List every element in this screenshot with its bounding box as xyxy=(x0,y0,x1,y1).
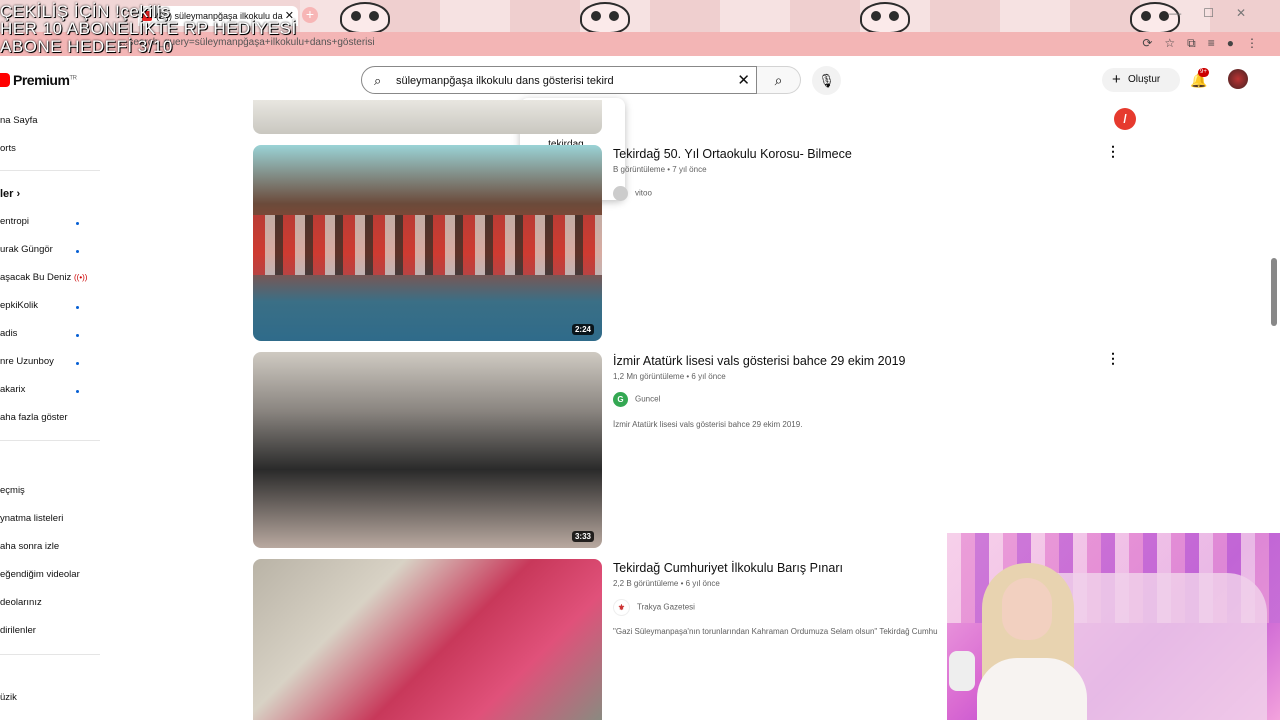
sidebar-item-subscription[interactable]: epkiKolik xyxy=(0,300,38,311)
sidebar-subscriptions-header[interactable]: ler › xyxy=(0,188,20,200)
new-content-dot xyxy=(76,222,79,225)
sidebar-item-watch-later[interactable]: aha sonra izle xyxy=(0,541,59,552)
live-icon: ((•)) xyxy=(74,273,88,282)
notifications-button[interactable]: 🔔 9+ xyxy=(1190,68,1209,89)
channel-avatar[interactable]: ⚜ xyxy=(613,599,630,616)
video-channel[interactable]: ⚜ Trakya Gazetesi xyxy=(613,599,695,616)
plus-icon: + xyxy=(1112,71,1121,88)
search-icon: ⌕ xyxy=(774,72,783,88)
video-meta: B görüntüleme • 7 yıl önce xyxy=(613,165,707,174)
cat-theme-icon xyxy=(860,2,910,32)
sidebar-item-subscription[interactable]: aşacak Bu Deniz xyxy=(0,272,71,283)
cat-theme-icon xyxy=(340,2,390,32)
cat-theme-icon xyxy=(580,2,630,32)
chevron-right-icon: › xyxy=(16,188,21,200)
video-meta: 1,2 Mn görüntüleme • 6 yıl önce xyxy=(613,372,726,381)
video-duration: 2:24 xyxy=(571,324,594,335)
video-thumbnail[interactable]: 3:33 xyxy=(253,352,602,548)
window-controls[interactable]: —☐✕ xyxy=(1169,6,1268,20)
channel-name[interactable]: vitoo xyxy=(635,189,652,198)
search-box[interactable]: ⌕ ✕ xyxy=(361,66,757,94)
sidebar-divider xyxy=(0,440,100,441)
notification-badge: 9+ xyxy=(1198,68,1209,77)
thumbnail-choir-figures xyxy=(253,215,602,275)
sidebar-item-subscription[interactable]: adis xyxy=(0,328,17,339)
create-button[interactable]: + Oluştur xyxy=(1102,68,1180,92)
youtube-logo-icon xyxy=(0,73,10,87)
account-avatar[interactable] xyxy=(1228,69,1248,89)
sidebar-item-playlists[interactable]: ynatma listeleri xyxy=(0,513,63,524)
sidebar-item-shorts[interactable]: orts xyxy=(0,143,16,154)
video-title[interactable]: İzmir Atatürk lisesi vals gösterisi bahc… xyxy=(613,354,906,368)
video-thumbnail[interactable]: 2:24 xyxy=(253,145,602,341)
streamer-webcam-overlay xyxy=(947,533,1280,720)
stream-overlay-line2: HER 10 ABONELİKTE RP HEDİYESİ xyxy=(0,19,297,38)
clear-search-icon[interactable]: ✕ xyxy=(737,71,750,89)
microphone-icon: 🎙 xyxy=(818,73,835,88)
search-input[interactable] xyxy=(394,70,728,92)
youtube-premium-logo[interactable]: PremiumTR xyxy=(0,72,77,88)
video-thumbnail[interactable] xyxy=(253,559,602,720)
sidebar-item-subscription[interactable]: entropi xyxy=(0,216,29,227)
subs-header-label: ler xyxy=(0,188,14,200)
channel-avatar[interactable]: G xyxy=(613,392,628,407)
webcam-person-face xyxy=(1002,578,1052,640)
sidebar-divider xyxy=(0,170,100,171)
video-thumbnail[interactable] xyxy=(253,100,602,134)
browser-theme-background xyxy=(300,0,1280,32)
video-title[interactable]: Tekirdağ Cumhuriyet İlkokulu Barış Pınar… xyxy=(613,561,843,575)
new-content-dot xyxy=(76,334,79,337)
sidebar-item-liked-videos[interactable]: eğendiğim videolar xyxy=(0,569,80,580)
video-more-options-icon[interactable]: ⋮ xyxy=(1106,143,1120,160)
channel-name[interactable]: Guncel xyxy=(635,395,660,404)
new-content-dot xyxy=(76,250,79,253)
browser-toolbar-icons[interactable]: ⟳☆⧉≡●⋮ xyxy=(1142,36,1270,51)
video-description: İzmir Atatürk lisesi vals gösterisi bahc… xyxy=(613,420,803,429)
sidebar-item-history[interactable]: eçmiş xyxy=(0,485,25,496)
video-meta: 2,2 B görüntüleme • 6 yıl önce xyxy=(613,579,720,588)
new-tab-button[interactable]: + xyxy=(302,7,318,23)
sidebar-item-music[interactable]: üzik xyxy=(0,692,17,703)
create-label: Oluştur xyxy=(1128,74,1161,85)
webcam-speaker xyxy=(949,651,975,691)
sidebar-divider xyxy=(0,654,100,655)
logo-country: TR xyxy=(69,75,77,82)
stream-overlay-line3: ABONE HEDEFİ 3/10 xyxy=(0,37,173,56)
logo-text: Premium xyxy=(13,72,70,88)
video-channel[interactable]: G Guncel xyxy=(613,392,660,407)
video-title[interactable]: Tekirdağ 50. Yıl Ortaokulu Korosu- Bilme… xyxy=(613,147,852,161)
sidebar-item-downloads[interactable]: dirilenler xyxy=(0,625,36,636)
new-content-dot xyxy=(76,390,79,393)
video-description: "Gazi Süleymanpaşa'nın torunlarından Kah… xyxy=(613,627,938,636)
sidebar-item-home[interactable]: na Sayfa xyxy=(0,115,38,126)
webcam-person-body xyxy=(977,658,1087,720)
channel-avatar[interactable] xyxy=(613,186,628,201)
sidebar-item-subscription[interactable]: akarix xyxy=(0,384,25,395)
video-duration: 3:33 xyxy=(571,531,594,542)
new-content-dot xyxy=(76,306,79,309)
sidebar-show-more[interactable]: aha fazla göster xyxy=(0,412,68,423)
new-content-dot xyxy=(76,362,79,365)
video-more-options-icon[interactable]: ⋮ xyxy=(1106,350,1120,367)
sidebar-item-your-videos[interactable]: deolarınız xyxy=(0,597,42,608)
channel-name[interactable]: Trakya Gazetesi xyxy=(637,603,695,612)
extension-logo-icon[interactable]: / xyxy=(1114,108,1136,130)
sidebar-item-subscription[interactable]: nre Uzunboy xyxy=(0,356,54,367)
sidebar-item-subscription[interactable]: urak Güngör xyxy=(0,244,53,255)
voice-search-button[interactable]: 🎙 xyxy=(812,66,841,95)
left-sidebar: na Sayfa orts ler › entropi urak Güngör … xyxy=(0,102,110,720)
search-icon: ⌕ xyxy=(374,73,382,88)
page-scrollbar[interactable] xyxy=(1271,258,1277,326)
search-button[interactable]: ⌕ xyxy=(757,66,801,94)
video-channel[interactable]: vitoo xyxy=(613,186,652,201)
